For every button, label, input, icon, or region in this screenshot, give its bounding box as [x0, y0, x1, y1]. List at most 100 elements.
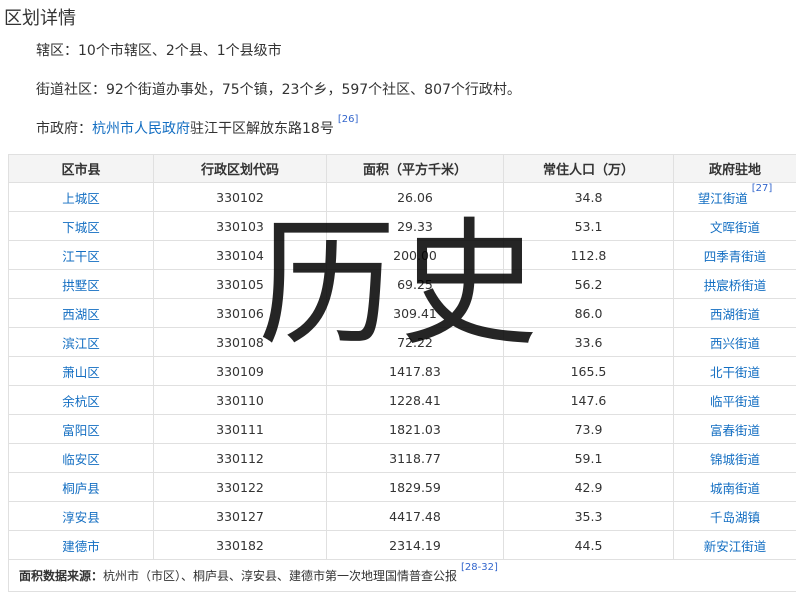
district-seat-link[interactable]: 西湖街道: [673, 298, 796, 328]
district-population: 59.1: [503, 443, 674, 473]
government-label: 市政府：: [36, 121, 92, 137]
district-seat-link[interactable]: 千岛湖镇: [673, 501, 796, 531]
district-name-link[interactable]: 余杭区: [8, 385, 154, 415]
district-area-text: 26.06: [397, 189, 433, 205]
district-seat-link-text[interactable]: 城南街道: [710, 481, 760, 496]
district-name-link[interactable]: 拱墅区: [8, 269, 154, 299]
district-seat-link[interactable]: 锦城街道: [673, 443, 796, 473]
district-table: 区市县 行政区划代码 面积（平方千米） 常住人口（万） 政府驻地 上城区 3301…: [8, 154, 796, 592]
district-name-link[interactable]: 萧山区: [8, 356, 154, 386]
district-name-link[interactable]: 桐庐县: [8, 472, 154, 502]
district-seat-link-text[interactable]: 西湖街道: [710, 307, 760, 322]
area-source-ref-link[interactable]: [28-32]: [461, 562, 498, 573]
district-name-link[interactable]: 江干区: [8, 240, 154, 270]
district-name-link[interactable]: 滨江区: [8, 327, 154, 357]
district-seat-link-text[interactable]: 望江街道: [698, 191, 748, 206]
district-population-text: 35.3: [574, 508, 603, 524]
seat-ref-link[interactable]: [27]: [752, 184, 773, 194]
district-population: 147.6: [503, 385, 674, 415]
district-area-text: 1228.41: [389, 392, 441, 408]
district-seat-link-text[interactable]: 西兴街道: [710, 336, 760, 351]
district-name-link-text[interactable]: 建德市: [62, 539, 100, 554]
district-name-link-text[interactable]: 江干区: [62, 249, 100, 264]
district-area-text: 1829.59: [389, 479, 441, 495]
district-name-link-text[interactable]: 临安区: [62, 452, 100, 467]
district-population-text: 147.6: [570, 392, 607, 408]
district-code: 330182: [153, 530, 327, 560]
district-area: 4417.48: [326, 501, 504, 531]
district-name-link-text[interactable]: 富阳区: [62, 423, 100, 438]
district-code-text: 330109: [216, 363, 264, 379]
district-seat-link[interactable]: 望江街道 [27]: [673, 182, 796, 212]
district-seat-link[interactable]: 四季青街道: [673, 240, 796, 270]
district-code-text: 330111: [216, 421, 264, 437]
district-name-link-text[interactable]: 萧山区: [62, 365, 100, 380]
district-area: 200.00: [326, 240, 504, 270]
district-name-link[interactable]: 富阳区: [8, 414, 154, 444]
district-seat-link[interactable]: 拱宸桥街道: [673, 269, 796, 299]
district-area-text: 200.00: [393, 247, 437, 263]
district-name-link-text[interactable]: 淳安县: [62, 510, 100, 525]
district-seat-link[interactable]: 新安江街道: [673, 530, 796, 560]
district-seat-link-text[interactable]: 北干街道: [710, 365, 760, 380]
district-area: 309.41: [326, 298, 504, 328]
district-code: 330122: [153, 472, 327, 502]
district-population-text: 86.0: [574, 305, 603, 321]
government-ref-link[interactable]: [26]: [338, 114, 359, 125]
district-seat-link-text[interactable]: 文晖街道: [710, 220, 760, 235]
district-seat-link[interactable]: 西兴街道: [673, 327, 796, 357]
table-row: 建德市 330182 2314.19 44.5 新安江街道: [8, 530, 796, 560]
district-name-link-text[interactable]: 滨江区: [62, 336, 100, 351]
district-name-link-text[interactable]: 西湖区: [62, 307, 100, 322]
district-seat-link[interactable]: 临平街道: [673, 385, 796, 415]
district-seat-link[interactable]: 文晖街道: [673, 211, 796, 241]
district-name-link-text[interactable]: 下城区: [62, 220, 100, 235]
table-row: 江干区 330104 200.00 112.8 四季青街道: [8, 240, 796, 270]
district-population: 44.5: [503, 530, 674, 560]
district-seat-link-text[interactable]: 新安江街道: [704, 539, 767, 554]
district-name-link[interactable]: 临安区: [8, 443, 154, 473]
district-population: 86.0: [503, 298, 674, 328]
district-seat-link-text[interactable]: 千岛湖镇: [710, 510, 760, 525]
table-row: 下城区 330103 29.33 53.1 文晖街道: [8, 211, 796, 241]
government-link[interactable]: 杭州市人民政府: [92, 121, 190, 137]
district-population: 42.9: [503, 472, 674, 502]
district-code: 330104: [153, 240, 327, 270]
district-area-text: 4417.48: [389, 508, 441, 524]
district-name-link-text[interactable]: 桐庐县: [62, 481, 100, 496]
government-address: 驻江干区解放东路18号: [190, 121, 334, 137]
district-population: 33.6: [503, 327, 674, 357]
streets-line: 街道社区：92个街道办事处，75个镇，23个乡，597个社区、807个行政村。: [36, 82, 521, 98]
district-name-link[interactable]: 西湖区: [8, 298, 154, 328]
district-seat-link[interactable]: 富春街道: [673, 414, 796, 444]
header-area: 面积（平方千米）: [326, 154, 504, 183]
district-name-link[interactable]: 上城区: [8, 182, 154, 212]
district-name-link[interactable]: 建德市: [8, 530, 154, 560]
district-seat-link-text[interactable]: 富春街道: [710, 423, 760, 438]
district-population-text: 34.8: [574, 189, 603, 205]
district-population-text: 44.5: [574, 537, 603, 553]
district-seat-link[interactable]: 北干街道: [673, 356, 796, 386]
district-name-link[interactable]: 下城区: [8, 211, 154, 241]
district-code: 330108: [153, 327, 327, 357]
district-area-text: 29.33: [397, 218, 433, 234]
district-name-link-text[interactable]: 上城区: [62, 191, 100, 206]
district-seat-link-text[interactable]: 临平街道: [710, 394, 760, 409]
district-code-text: 330110: [216, 392, 264, 408]
district-seat-link-text[interactable]: 四季青街道: [704, 249, 767, 264]
district-code: 330106: [153, 298, 327, 328]
district-name-link-text[interactable]: 拱墅区: [62, 278, 100, 293]
district-code: 330109: [153, 356, 327, 386]
district-seat-link-text[interactable]: 拱宸桥街道: [704, 278, 767, 293]
district-code: 330112: [153, 443, 327, 473]
district-population: 165.5: [503, 356, 674, 386]
district-seat-link[interactable]: 城南街道: [673, 472, 796, 502]
district-area: 26.06: [326, 182, 504, 212]
district-seat-link-text[interactable]: 锦城街道: [710, 452, 760, 467]
district-name-link-text[interactable]: 余杭区: [62, 394, 100, 409]
district-code-text: 330108: [216, 334, 264, 350]
district-name-link[interactable]: 淳安县: [8, 501, 154, 531]
table-row: 临安区 330112 3118.77 59.1 锦城街道: [8, 443, 796, 473]
district-population-text: 42.9: [574, 479, 603, 495]
government-line: 市政府：杭州市人民政府驻江干区解放东路18号 [26]: [36, 114, 358, 138]
